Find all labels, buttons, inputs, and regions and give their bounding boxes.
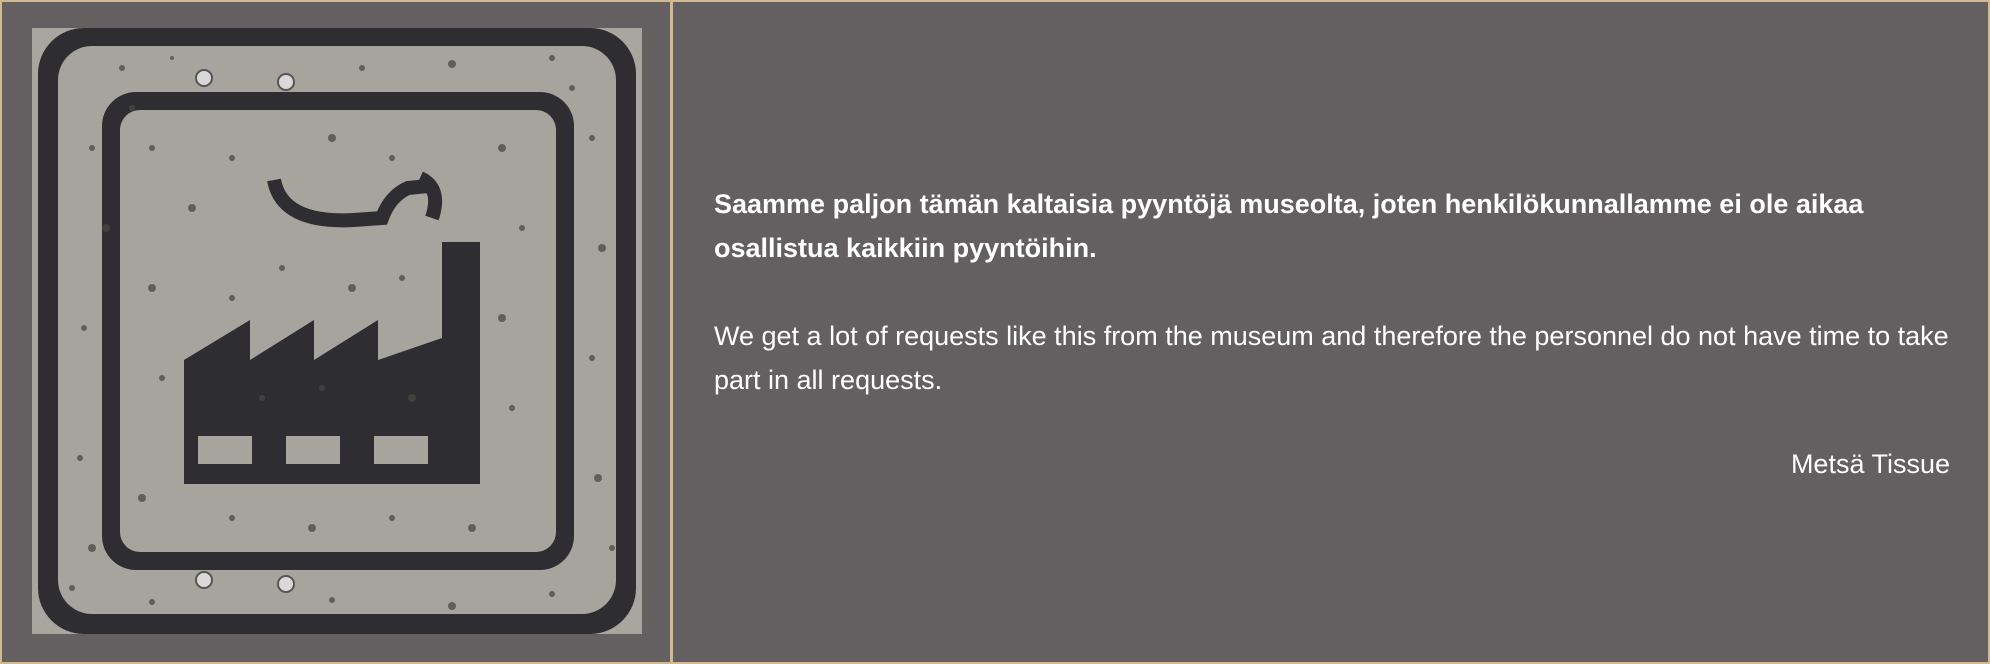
english-message: We get a lot of requests like this from … <box>714 321 1949 395</box>
signature: Metsä Tissue <box>1790 449 1950 479</box>
column-divider <box>670 2 673 662</box>
factory-sign-photo <box>32 28 642 634</box>
finnish-message: Saamme paljon tämän kaltaisia pyyntöjä m… <box>714 189 1864 263</box>
factory-sign-icon <box>32 28 642 634</box>
message-text-panel: Saamme paljon tämän kaltaisia pyyntöjä m… <box>714 2 1950 662</box>
message-card: Saamme paljon tämän kaltaisia pyyntöjä m… <box>2 2 1988 662</box>
